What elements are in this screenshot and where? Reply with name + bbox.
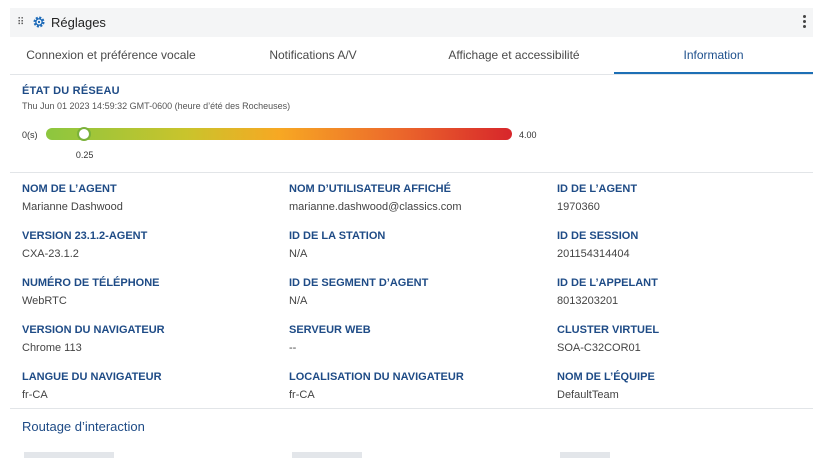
field-value: 201154314404 — [557, 248, 630, 260]
gear-icon — [33, 16, 45, 28]
field-agent-id: ID DE L’AGENT 1970360 — [557, 182, 637, 214]
field-label: ID DE SESSION — [557, 230, 639, 242]
field-label: LANGUE DU NAVIGATEUR — [22, 371, 162, 383]
field-value: -- — [289, 342, 297, 354]
field-value: 1970360 — [557, 201, 600, 213]
field-label: ID DE LA STATION — [289, 230, 386, 242]
tab-display[interactable]: Affichage et accessibilité — [414, 37, 614, 74]
field-label: CLUSTER VIRTUEL — [557, 324, 660, 336]
drag-handle-icon[interactable]: ⠿ — [17, 16, 25, 29]
field-value: Chrome 113 — [22, 342, 82, 354]
tab-notifications[interactable]: Notifications A/V — [212, 37, 414, 74]
clipped-content — [292, 452, 362, 458]
field-label: SERVEUR WEB — [289, 324, 371, 336]
latency-gauge — [46, 128, 512, 140]
divider — [10, 408, 813, 409]
field-web-server: SERVEUR WEB -- — [289, 323, 371, 355]
field-label: NOM DE L’ÉQUIPE — [557, 371, 655, 383]
more-options-icon[interactable] — [801, 14, 807, 32]
field-value: N/A — [289, 248, 308, 260]
latency-marker — [76, 127, 91, 141]
network-status-title: ÉTAT DU RÉSEAU — [22, 85, 120, 97]
field-label: ID DE L’AGENT — [557, 183, 638, 195]
field-value: marianne.dashwood@classics.com — [289, 201, 462, 213]
gauge-value-label: 0.25 — [75, 150, 94, 160]
field-label: NOM D’UTILISATEUR AFFICHÉ — [289, 183, 451, 195]
field-value: CXA-23.1.2 — [22, 248, 79, 260]
field-label: VERSION DU NAVIGATEUR — [22, 324, 165, 336]
field-value: DefaultTeam — [557, 389, 619, 401]
field-session-id: ID DE SESSION 201154314404 — [557, 229, 638, 261]
network-timestamp: Thu Jun 01 2023 14:59:32 GMT-0600 (heure… — [22, 101, 291, 111]
gauge-min-label: 0(s) — [22, 130, 38, 140]
interaction-routing-title: Routage d’interaction — [22, 419, 145, 434]
field-label: NOM DE L’AGENT — [22, 183, 117, 195]
field-label: NUMÉRO DE TÉLÉPHONE — [22, 277, 160, 289]
field-label: VERSION 23.1.2-AGENT — [22, 230, 148, 242]
divider — [10, 172, 813, 173]
tab-bar: Connexion et préférence vocale Notificat… — [10, 37, 813, 75]
field-value: SOA-C32COR01 — [557, 342, 641, 354]
field-label: LOCALISATION DU NAVIGATEUR — [289, 371, 464, 383]
panel-title: Réglages — [51, 15, 106, 30]
settings-panel: ⠿ Réglages Connexion et préférence vocal… — [10, 8, 813, 458]
tab-connection[interactable]: Connexion et préférence vocale — [10, 37, 212, 74]
gauge-max-label: 4.00 — [519, 130, 537, 140]
field-value: 8013203201 — [557, 295, 619, 307]
field-caller-id: ID DE L’APPELANT 8013203201 — [557, 276, 658, 308]
field-browser-language: LANGUE DU NAVIGATEUR fr-CA — [22, 370, 162, 402]
field-agent-version: VERSION 23.1.2-AGENT CXA-23.1.2 — [22, 229, 147, 261]
field-value: Marianne Dashwood — [22, 201, 123, 213]
field-label: ID DE SEGMENT D’AGENT — [289, 277, 429, 289]
field-value: N/A — [289, 295, 308, 307]
field-virtual-cluster: CLUSTER VIRTUEL SOA-C32COR01 — [557, 323, 659, 355]
clipped-content — [24, 452, 114, 458]
field-phone-number: NUMÉRO DE TÉLÉPHONE WebRTC — [22, 276, 160, 308]
field-station-id: ID DE LA STATION N/A — [289, 229, 385, 261]
tab-information[interactable]: Information — [614, 37, 813, 74]
field-browser-locale: LOCALISATION DU NAVIGATEUR fr-CA — [289, 370, 464, 402]
field-value: fr-CA — [289, 389, 315, 401]
panel-header: ⠿ Réglages — [10, 8, 813, 37]
field-display-username: NOM D’UTILISATEUR AFFICHÉ marianne.dashw… — [289, 182, 462, 214]
field-value: fr-CA — [22, 389, 48, 401]
field-value: WebRTC — [22, 295, 67, 307]
field-browser-version: VERSION DU NAVIGATEUR Chrome 113 — [22, 323, 165, 355]
clipped-content — [560, 452, 610, 458]
field-team-name: NOM DE L’ÉQUIPE DefaultTeam — [557, 370, 655, 402]
field-agent-segment-id: ID DE SEGMENT D’AGENT N/A — [289, 276, 428, 308]
field-label: ID DE L’APPELANT — [557, 277, 658, 289]
field-agent-name: NOM DE L’AGENT Marianne Dashwood — [22, 182, 123, 214]
